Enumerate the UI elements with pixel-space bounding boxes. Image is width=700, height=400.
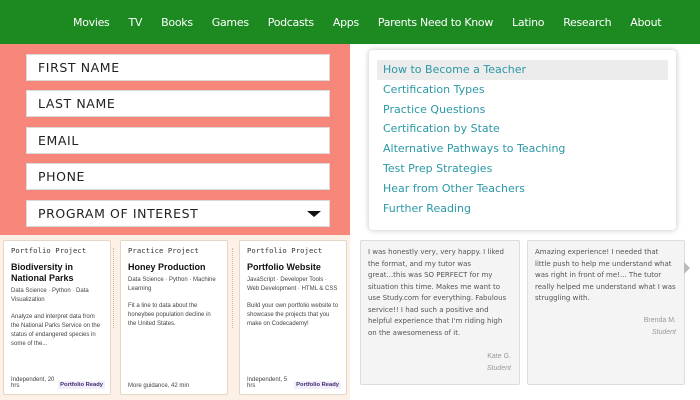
project-type: Practice Project (128, 246, 199, 255)
project-title: Honey Production (128, 262, 206, 272)
project-description: Build your own portfolio website to show… (247, 303, 339, 327)
signup-form: PROGRAM OF INTEREST (0, 44, 350, 235)
top-nav: Movies TV Books Games Podcasts Apps Pare… (0, 0, 700, 44)
portfolio-ready-badge: Portfolio Ready (58, 381, 105, 389)
project-tags: Data Science · Python · Data Visualizati… (11, 288, 89, 303)
last-name-field[interactable] (26, 90, 330, 117)
nav-games[interactable]: Games (212, 16, 249, 29)
project-type: Portfolio Project (247, 246, 323, 255)
nav-research[interactable]: Research (563, 16, 611, 29)
nav-books[interactable]: Books (161, 16, 193, 29)
project-footer: Independent, 20 hrs Portfolio Ready (11, 377, 105, 389)
project-card[interactable]: Portfolio Project Biodiversity in Nation… (3, 240, 111, 395)
testimonial-role: Student (486, 365, 511, 372)
project-description: Analyze and interpret data from the Nati… (11, 314, 101, 347)
nav-podcasts[interactable]: Podcasts (268, 16, 314, 29)
link-test-prep-strategies[interactable]: Test Prep Strategies (377, 159, 668, 179)
nav-about[interactable]: About (630, 16, 661, 29)
project-meta: Independent, 5 hrs (247, 377, 288, 389)
testimonial-text: Amazing experience! I needed that little… (535, 248, 676, 302)
dotted-separator (232, 248, 237, 328)
project-title: Portfolio Website (247, 262, 321, 272)
link-certification-types[interactable]: Certification Types (377, 80, 668, 100)
nav-apps[interactable]: Apps (333, 16, 359, 29)
resource-links-card: How to Become a Teacher Certification Ty… (369, 50, 676, 230)
project-type: Portfolio Project (11, 246, 87, 255)
project-card[interactable]: Portfolio Project Portfolio Website Java… (239, 240, 347, 395)
phone-field[interactable] (26, 163, 330, 190)
testimonial-card: Amazing experience! I needed that little… (527, 240, 685, 385)
nav-parents-need-to-know[interactable]: Parents Need to Know (378, 16, 493, 29)
dotted-separator (113, 248, 118, 328)
link-hear-from-other-teachers[interactable]: Hear from Other Teachers (377, 179, 668, 199)
chevron-right-icon[interactable] (684, 262, 690, 274)
chevron-down-icon (307, 210, 321, 217)
project-meta: Independent, 20 hrs (11, 377, 55, 389)
link-practice-questions[interactable]: Practice Questions (377, 100, 668, 120)
testimonial-author: Kate G. (487, 353, 511, 360)
project-description: Fit a line to data about the honeybee po… (128, 303, 211, 327)
link-how-to-become-a-teacher[interactable]: How to Become a Teacher (377, 60, 668, 80)
project-card[interactable]: Practice Project Honey Production Data S… (120, 240, 228, 395)
link-certification-by-state[interactable]: Certification by State (377, 119, 668, 139)
first-name-field[interactable] (26, 54, 330, 81)
link-alternative-pathways[interactable]: Alternative Pathways to Teaching (377, 139, 668, 159)
project-footer: Independent, 5 hrs Portfolio Ready (247, 377, 341, 389)
project-title: Biodiversity in National Parks (11, 262, 74, 283)
email-field[interactable] (26, 127, 330, 154)
nav-movies[interactable]: Movies (73, 16, 110, 29)
program-select-label: PROGRAM OF INTEREST (38, 206, 199, 221)
nav-tv[interactable]: TV (129, 16, 143, 29)
program-select[interactable]: PROGRAM OF INTEREST (26, 200, 330, 227)
project-meta: More guidance, 42 min (128, 383, 190, 389)
testimonial-text: I was honestly very, very happy. I liked… (368, 248, 507, 337)
link-further-reading[interactable]: Further Reading (377, 199, 668, 219)
project-footer: More guidance, 42 min (128, 383, 222, 389)
testimonial-role: Student (651, 328, 676, 336)
testimonial-author: Brenda M. (643, 316, 676, 324)
nav-latino[interactable]: Latino (512, 16, 544, 29)
project-tags: Data Science · Python · Machine Learning (128, 277, 216, 292)
testimonial-card: I was honestly very, very happy. I liked… (360, 240, 520, 385)
portfolio-ready-badge: Portfolio Ready (294, 381, 341, 389)
project-tags: JavaScript · Developer Tools · Web Devel… (247, 277, 338, 292)
